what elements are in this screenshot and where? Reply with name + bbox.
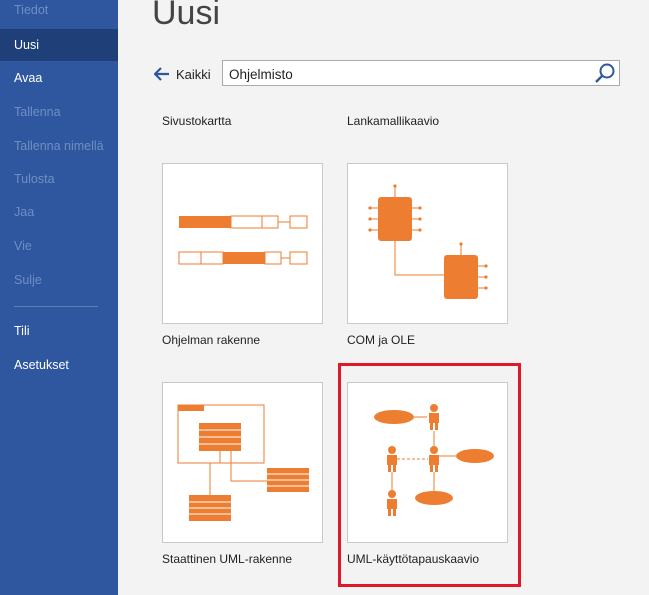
sidebar-item-vie[interactable]: Vie (0, 230, 118, 262)
template-search-input[interactable] (223, 61, 591, 87)
sidebar-item-avaa[interactable]: Avaa (0, 62, 118, 94)
template-card-uml-static-structure[interactable] (162, 382, 323, 543)
uml-static-structure-thumbnail-icon (177, 404, 309, 521)
template-card-com-ole[interactable] (347, 163, 508, 324)
back-to-all-button[interactable]: Kaikki (154, 62, 211, 86)
page-title: Uusi (152, 0, 221, 32)
backstage-sidebar: Tiedot Uusi Avaa Tallenna Tallenna nimel… (0, 0, 118, 595)
sidebar-item-tallenna-nimella[interactable]: Tallenna nimellä (0, 130, 118, 162)
sidebar-item-tiedot[interactable]: Tiedot (0, 0, 118, 26)
sidebar-item-tallenna[interactable]: Tallenna (0, 96, 118, 128)
sidebar-item-sulje[interactable]: Sulje (0, 264, 118, 296)
back-to-all-label: Kaikki (176, 66, 211, 82)
sidebar-item-tili[interactable]: Tili (0, 315, 118, 347)
uml-use-case-thumbnail-icon (374, 404, 494, 516)
sidebar-item-uusi[interactable]: Uusi (0, 29, 118, 61)
sidebar-item-asetukset[interactable]: Asetukset (0, 349, 118, 381)
sidebar-item-tulosta[interactable]: Tulosta (0, 163, 118, 195)
com-ole-thumbnail-icon (368, 184, 488, 299)
template-label-program-structure[interactable]: Ohjelman rakenne (162, 333, 260, 347)
template-label-com-ole[interactable]: COM ja OLE (347, 333, 415, 347)
template-card-uml-use-case[interactable] (347, 382, 508, 543)
back-arrow-icon (154, 67, 169, 81)
template-label-uml-use-case[interactable]: UML-käyttötapauskaavio (347, 552, 479, 566)
search-icon[interactable] (593, 62, 617, 84)
template-label-uml-static-structure[interactable]: Staattinen UML-rakenne (162, 552, 292, 566)
new-document-panel: Uusi Kaikki Sivustokartta Lankamallikaav… (118, 0, 649, 595)
template-search-box (222, 60, 620, 87)
category-lankamallikaavio[interactable]: Lankamallikaavio (347, 114, 439, 128)
sidebar-item-jaa[interactable]: Jaa (0, 196, 118, 228)
sidebar-separator (14, 306, 98, 307)
template-card-program-structure[interactable] (162, 163, 323, 324)
category-sivustokartta[interactable]: Sivustokartta (162, 114, 231, 128)
program-structure-thumbnail-icon (178, 215, 308, 265)
